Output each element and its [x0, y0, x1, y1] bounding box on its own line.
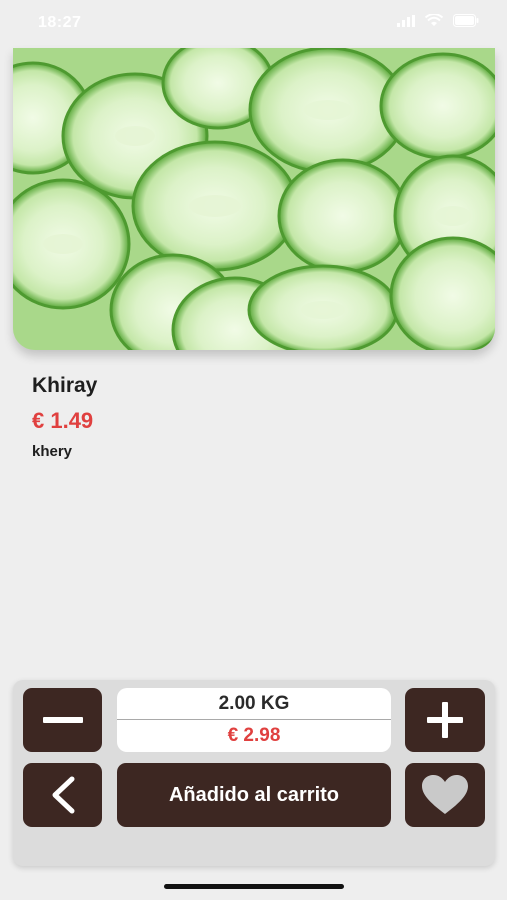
back-button[interactable] — [23, 763, 102, 827]
add-to-cart-button[interactable]: Añadido al carrito — [117, 763, 391, 827]
status-time: 18:27 — [38, 14, 82, 31]
favorite-button[interactable] — [405, 763, 485, 827]
plus-icon — [427, 702, 463, 738]
signal-icon — [397, 14, 415, 27]
chevron-left-icon — [52, 776, 74, 814]
quantity-total-price: € 2.98 — [227, 725, 281, 746]
quantity-display: 2.00 KG € 2.98 — [117, 688, 391, 752]
battery-icon — [453, 14, 479, 27]
quantity-weight: 2.00 KG — [218, 692, 290, 714]
product-name: Khiray — [32, 374, 98, 397]
increment-button[interactable] — [405, 688, 485, 752]
heart-icon — [422, 775, 468, 814]
status-bar: 18:27 — [0, 0, 507, 48]
decrement-button[interactable] — [23, 688, 102, 752]
product-image — [13, 48, 495, 350]
product-price: € 1.49 — [32, 408, 94, 433]
status-icons — [397, 14, 479, 27]
home-indicator — [164, 884, 344, 889]
wifi-icon — [425, 14, 443, 26]
cucumber-slices-illustration — [13, 48, 495, 350]
add-to-cart-label: Añadido al carrito — [168, 783, 340, 806]
minus-icon — [42, 717, 83, 723]
product-description: khery — [32, 443, 73, 460]
